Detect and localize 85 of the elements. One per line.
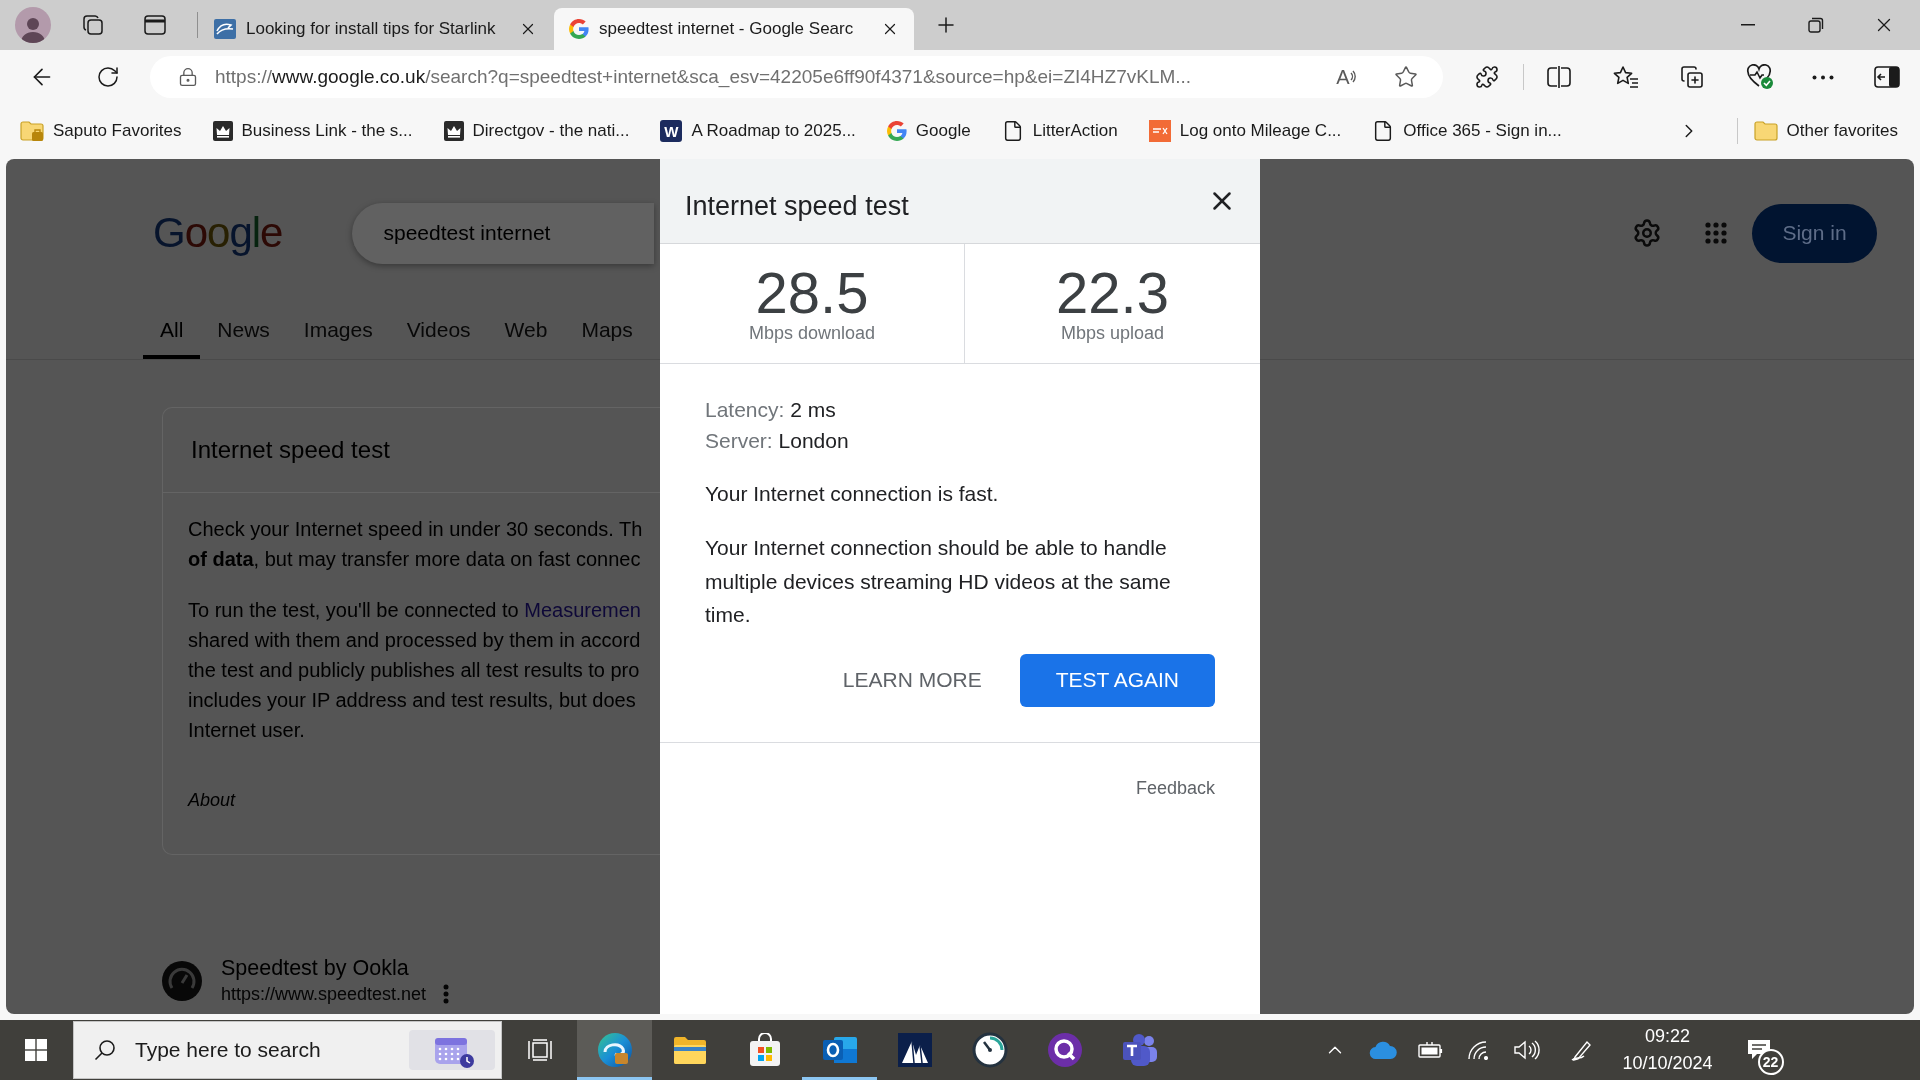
notifications-button[interactable]: 22	[1730, 1020, 1787, 1080]
favorite-link[interactable]: Saputo Favorites	[10, 113, 192, 149]
description-text: Your Internet connection should be able to handle multiple devices streaming HD videos at the same time.	[705, 535, 1172, 628]
folder-icon	[1753, 120, 1778, 142]
window-icon	[144, 15, 166, 35]
verdict-text: Your Internet connection is fast.	[705, 481, 1000, 507]
apps-grid-icon	[1705, 222, 1727, 244]
volume-icon	[1513, 1040, 1540, 1060]
lock-icon	[178, 67, 198, 87]
split-screen-icon	[1547, 66, 1571, 88]
clock-icon	[971, 1032, 1008, 1068]
restore-icon	[1808, 17, 1824, 33]
windows-logo-icon	[25, 1039, 47, 1061]
more-icon	[1812, 74, 1834, 80]
notification-count-badge: 22	[1757, 1049, 1784, 1075]
favorite-link[interactable]: Google	[876, 113, 981, 149]
heart-pulse-check-icon	[1746, 64, 1774, 90]
address-field[interactable]: https://www.google.co.uk/search?q=speedtest+internet&sca_esv=42205e6ff90f4371&source=hp&ei=ZI4HZ7vKLM... A	[150, 56, 1443, 98]
logo-wordmark: Google	[153, 212, 283, 254]
feedback-link[interactable]: Feedback	[1135, 774, 1215, 802]
clock-button[interactable]: 09:22 10/10/2024	[1617, 1020, 1718, 1080]
browser-tab[interactable]: Looking for install tips for Starlink	[202, 8, 552, 50]
g-logo-icon	[886, 121, 907, 141]
favorite-link[interactable]: Business Link - the s...	[202, 113, 423, 149]
test-again-button[interactable]: TEST AGAIN	[1019, 653, 1215, 707]
browser-tab[interactable]: speedtest internet - Google Searc	[554, 8, 914, 50]
g-logo-icon	[569, 19, 589, 39]
speed-unit-label: Mbps upload	[1060, 321, 1165, 344]
letter-logo: W	[660, 120, 683, 142]
store-bag-icon	[748, 1033, 781, 1067]
battery-icon	[1417, 1042, 1444, 1058]
copy-plus-icon	[1680, 65, 1704, 89]
search-icon	[94, 1039, 116, 1061]
star-icon	[1394, 65, 1418, 89]
learn-more-button[interactable]: LEARN MORE	[826, 653, 998, 707]
crown-icon	[212, 121, 233, 141]
other-favorites-link[interactable]: Other favorites	[1743, 113, 1908, 149]
site-logo-icon	[214, 19, 236, 39]
info-value: London	[778, 429, 849, 452]
ring-icon	[1046, 1032, 1083, 1068]
favorite-link[interactable]: Directgov - the nati...	[433, 113, 640, 149]
pen-icon	[1570, 1039, 1593, 1061]
search-input[interactable]: Type here to search	[135, 1034, 345, 1066]
wifi-icon	[1466, 1040, 1491, 1060]
settings-icon	[1632, 218, 1662, 248]
sidebar-icon	[1874, 66, 1900, 88]
speed-unit-label: Mbps download	[748, 321, 876, 344]
speed-value: 28.5	[755, 263, 869, 322]
gauge-icon	[162, 961, 202, 1001]
card-title: Internet speed test	[191, 435, 390, 465]
description-text: To run the test, you'll be connected to Measuremen shared with them and processed by them in accord the test and publicly publishes all test results to pro includes your IP address and test results, but does Internet user.	[188, 598, 642, 743]
info-label: Server:	[705, 429, 773, 452]
cloud-icon	[1368, 1041, 1397, 1059]
minimize-icon	[1741, 24, 1755, 26]
stacked-squares-icon	[82, 14, 104, 36]
dialog-title: Internet speed test	[685, 189, 909, 223]
sound-waves-icon	[1349, 70, 1358, 84]
favorite-link[interactable]: W A Roadmap to 2025...	[650, 113, 866, 149]
description-text: Check your Internet speed in under 30 seconds. Th of data, but may transfer more data on fast connec	[188, 517, 644, 572]
favorite-link[interactable]: Office 365 - Sign in...	[1362, 113, 1572, 149]
read-aloud-button[interactable]: A	[1327, 57, 1367, 97]
puzzle-icon	[1475, 65, 1499, 89]
task-view-icon	[527, 1039, 552, 1061]
star-list-icon	[1613, 65, 1639, 89]
profile-avatar-button[interactable]	[15, 7, 51, 43]
refresh-icon	[96, 65, 120, 89]
info-value: 2 ms	[790, 398, 836, 421]
browser-icon	[596, 1032, 633, 1068]
url-text: https://www.google.co.uk/search?q=speedtest+internet&sca_esv=42205e6ff90f4371&source=hp&ei=ZI4HZ7vKLM...	[215, 64, 1193, 90]
result-title: Speedtest by Ookla	[221, 955, 410, 981]
crown-icon	[443, 121, 464, 141]
speed-value: 22.3	[1056, 263, 1169, 322]
folder-icon	[672, 1035, 707, 1065]
favorite-link[interactable]: Log onto Mileage C...	[1138, 113, 1352, 149]
mountain-icon	[897, 1033, 932, 1067]
tile-logo-icon	[1148, 120, 1171, 142]
people-icon	[1121, 1033, 1158, 1067]
folder-briefcase-icon	[20, 120, 44, 142]
favorite-link[interactable]: LitterAction	[991, 113, 1128, 149]
taskbar-search-field[interactable]: Type here to search	[73, 1021, 502, 1079]
calendar-highlight-icon	[409, 1030, 495, 1070]
sign-in-button[interactable]: Sign in	[1752, 203, 1877, 263]
kebab-menu-icon	[443, 984, 450, 1004]
result-url: https://www.speedtest.net	[221, 983, 427, 1006]
info-label: Latency:	[705, 398, 785, 421]
